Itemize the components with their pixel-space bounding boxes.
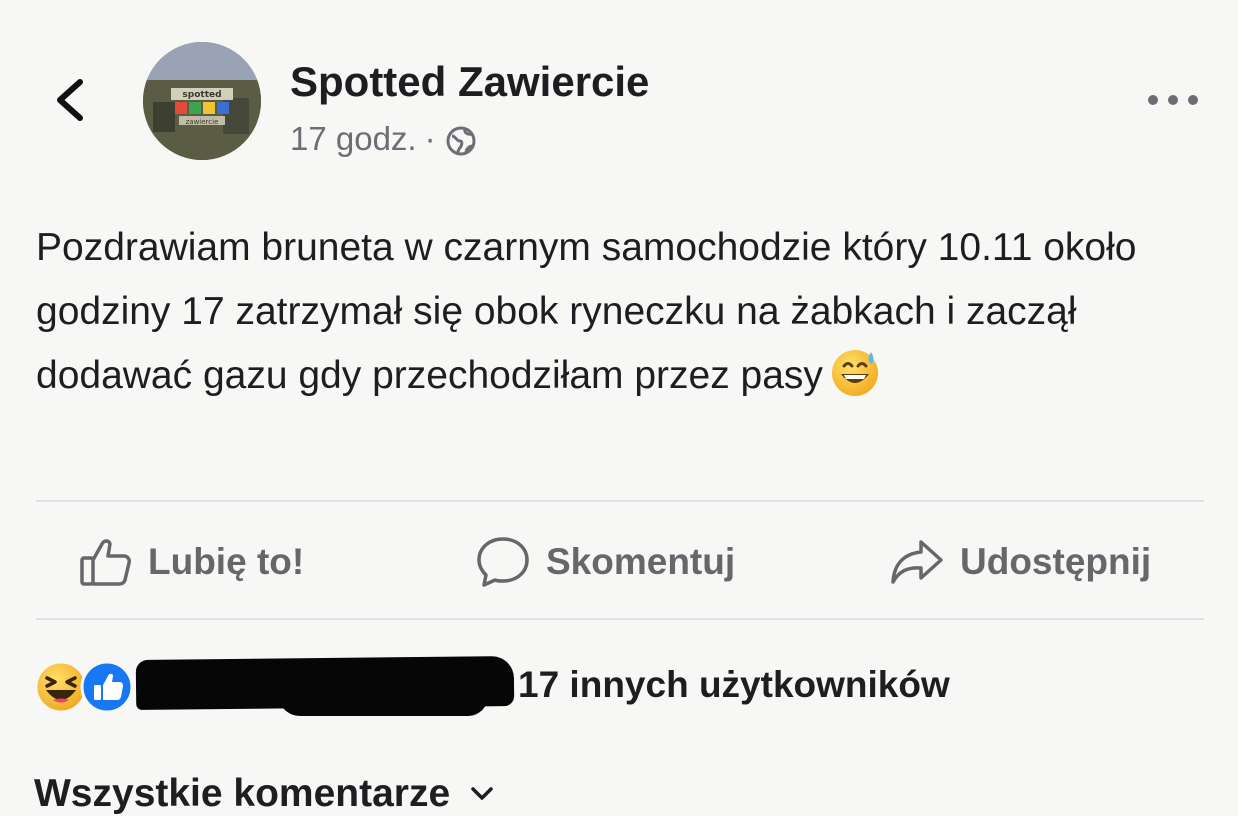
ellipsis-icon (1148, 95, 1198, 105)
avatar-image: spotted zawiercie (143, 42, 261, 160)
share-button[interactable]: Udostępnij (888, 532, 1151, 592)
comment-label: Skomentuj (546, 541, 736, 582)
comments-filter[interactable]: Wszystkie komentarze (34, 772, 496, 816)
more-options-button[interactable] (1145, 86, 1201, 114)
reactions-summary[interactable]: 17 innych użytkowników (28, 652, 1028, 716)
grinning-sweat-emoji (831, 350, 878, 396)
reaction-count-text: 17 innych użytkowników (518, 664, 950, 705)
chevron-left-icon (57, 79, 83, 121)
page-name[interactable]: Spotted Zawiercie (290, 58, 649, 106)
comment-button[interactable]: Skomentuj (474, 532, 735, 592)
chevron-down-icon (471, 787, 493, 800)
post-body: Pozdrawiam bruneta w czarnym samochodzie… (36, 216, 1221, 408)
back-button[interactable] (50, 76, 90, 124)
post-meta: 17 godz. · (290, 120, 478, 158)
page-avatar[interactable]: spotted zawiercie (143, 42, 261, 160)
avatar-text-bottom: zawiercie (186, 118, 219, 126)
post-card: spotted zawiercie Spotted Zawiercie 17 g… (0, 0, 1238, 815)
post-text: Pozdrawiam bruneta w czarnym samochodzie… (36, 226, 1137, 397)
share-arrow-icon (891, 540, 943, 584)
divider-top (36, 500, 1204, 502)
avatar-text-top: spotted (182, 90, 221, 100)
thumbs-up-icon (80, 539, 131, 586)
meta-separator: · (424, 120, 436, 157)
like-button[interactable]: Lubię to! (78, 532, 304, 592)
post-timestamp[interactable]: 17 godz. (290, 120, 417, 158)
comments-filter-label: Wszystkie komentarze (34, 772, 451, 815)
like-reaction-icon (80, 660, 134, 714)
globe-icon (446, 126, 476, 156)
divider-bottom (36, 618, 1204, 620)
redacted-names-scribble (278, 682, 488, 716)
comment-bubble-icon (477, 537, 529, 587)
like-label: Lubię to! (148, 541, 305, 582)
share-label: Udostępnij (960, 541, 1152, 582)
